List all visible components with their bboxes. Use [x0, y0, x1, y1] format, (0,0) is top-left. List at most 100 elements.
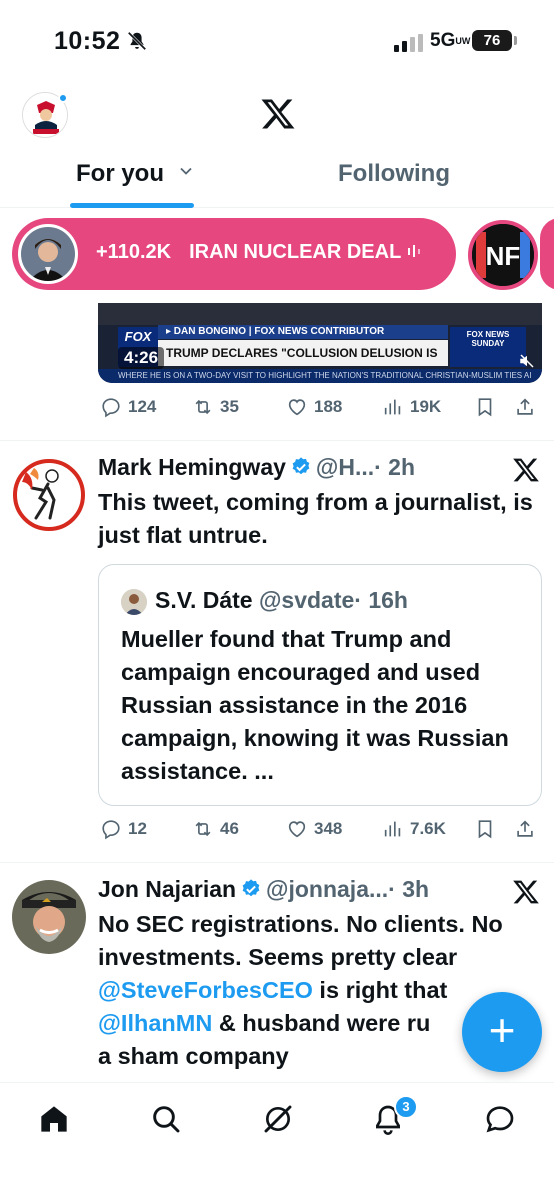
quoted-tweet-text: Mueller found that Trump and campaign en…: [121, 626, 509, 784]
repost-icon: [195, 821, 211, 837]
feed-tabs: For you Following: [0, 150, 554, 208]
reply-button[interactable]: 12: [100, 818, 147, 840]
reply-count: 124: [128, 397, 157, 416]
x-grok-icon[interactable]: [512, 878, 540, 906]
active-tab-indicator: [70, 203, 194, 208]
author-handle[interactable]: @jonnaja...: [266, 876, 388, 902]
status-bar: 10:52 5GUW 76: [0, 0, 554, 80]
like-button[interactable]: 348: [286, 818, 342, 840]
video-frame: [98, 303, 542, 325]
battery-indicator: 76: [472, 30, 517, 51]
quoted-tweet[interactable]: S.V. Dáte @svdate· 16h Mueller found tha…: [98, 564, 542, 806]
like-button[interactable]: 188: [286, 396, 342, 418]
repost-icon: [195, 399, 211, 415]
tweet-text-part: is right that: [312, 977, 448, 1003]
compose-post-button[interactable]: +: [462, 992, 542, 1072]
post-divider: [0, 440, 554, 441]
author-avatar[interactable]: [12, 880, 86, 954]
quoted-author-name: S.V. Dáte: [155, 587, 253, 613]
bell-off-icon: [127, 31, 147, 51]
post-divider: [0, 862, 554, 863]
notifications-badge: 3: [394, 1095, 418, 1119]
quoted-tweet-header: S.V. Dáte @svdate· 16h: [155, 587, 408, 614]
post-actions: 12 46 348 7.6K: [100, 818, 540, 848]
messages-icon[interactable]: [484, 1103, 516, 1135]
audio-bars-icon: [407, 242, 421, 257]
repost-button[interactable]: 46: [192, 818, 239, 840]
quoted-author-handle: @svdate: [258, 587, 355, 613]
video-chyron-headline: TRUMP DECLARES "COLLUSION DELUSION IS OV…: [158, 340, 448, 383]
live-banner-text: +110.2K IRAN NUCLEAR DEAL: [96, 241, 421, 264]
live-banner-next-edge: [540, 218, 554, 290]
author-name[interactable]: Jon Najarian: [98, 876, 236, 902]
chevron-down-icon[interactable]: [179, 164, 193, 178]
new-activity-dot: [58, 93, 68, 103]
mention-link[interactable]: @SteveForbesCEO: [98, 977, 313, 1003]
network-type: 5GUW: [430, 30, 471, 51]
search-icon[interactable]: [150, 1103, 182, 1135]
live-host-avatar-nf[interactable]: NF: [468, 220, 538, 290]
heart-icon: [288, 821, 306, 838]
heart-icon: [288, 399, 306, 416]
home-icon[interactable]: [38, 1103, 70, 1135]
live-topic: IRAN NUCLEAR DEAL: [189, 241, 401, 263]
verified-badge-icon: [292, 457, 310, 475]
tab-for-you[interactable]: For you: [76, 160, 193, 188]
views-button[interactable]: 7.6K: [382, 818, 446, 840]
tweet-header: Mark Hemingway @H...· 2h: [98, 454, 415, 481]
tab-following[interactable]: Following: [338, 160, 450, 188]
views-icon: [384, 821, 401, 837]
video-duration: 4:26: [118, 347, 165, 369]
like-count: 348: [314, 819, 343, 838]
reply-icon: [102, 398, 120, 418]
nf-logo-text: NF: [486, 241, 521, 271]
like-count: 188: [314, 397, 343, 416]
tweet-time[interactable]: · 2h: [374, 454, 415, 480]
quoted-author-avatar: [121, 589, 147, 615]
mute-icon[interactable]: [518, 352, 536, 370]
repost-count: 46: [220, 819, 239, 838]
tweet-header: Jon Najarian @jonnaja...· 3h: [98, 876, 429, 903]
video-chyron-name: ▸ DAN BONGINO | FOX NEWS CONTRIBUTOR: [158, 325, 448, 339]
video-player[interactable]: FOX ▸ DAN BONGINO | FOX NEWS CONTRIBUTOR…: [98, 303, 542, 383]
post-actions: 124 35 188 19K: [100, 396, 540, 426]
repost-count: 35: [220, 397, 239, 416]
author-name[interactable]: Mark Hemingway: [98, 454, 286, 480]
live-listener-count: +110.2K: [96, 241, 172, 263]
cellular-signal-icon: [394, 34, 423, 52]
x-grok-icon[interactable]: [512, 456, 540, 484]
share-button[interactable]: [514, 396, 536, 418]
author-handle[interactable]: @H...: [316, 454, 374, 480]
repost-button[interactable]: 35: [192, 396, 239, 418]
live-spaces-banner[interactable]: +110.2K IRAN NUCLEAR DEAL: [12, 218, 456, 290]
bookmark-icon: [478, 820, 492, 839]
reply-button[interactable]: 124: [100, 396, 156, 418]
status-time: 10:52: [54, 27, 121, 55]
video-chyron-ticker: WHERE HE IS ON A TWO-DAY VISIT TO HIGHLI…: [98, 369, 542, 383]
tweet-text: This tweet, coming from a journalist, is…: [98, 489, 533, 548]
x-logo-icon[interactable]: [259, 96, 297, 132]
reply-count: 12: [128, 819, 147, 838]
author-avatar[interactable]: [12, 458, 86, 532]
reply-icon: [102, 820, 120, 840]
tweet-text-part: & husband were ru: [212, 1010, 431, 1036]
views-button[interactable]: 19K: [382, 396, 441, 418]
verified-badge-icon: [242, 879, 260, 897]
bookmark-button[interactable]: [474, 818, 496, 840]
views-count: 7.6K: [410, 819, 446, 838]
share-button[interactable]: [514, 818, 536, 840]
tab-for-you-label: For you: [76, 160, 164, 187]
share-icon: [517, 820, 533, 837]
tweet-time[interactable]: · 3h: [388, 876, 429, 902]
live-host-avatar: [18, 224, 78, 284]
quoted-tweet-time: · 16h: [354, 587, 408, 613]
show-logo: FOX NEWS SUNDAY: [450, 327, 526, 367]
bookmark-button[interactable]: [474, 396, 496, 418]
views-count: 19K: [410, 397, 442, 416]
views-icon: [384, 399, 401, 415]
tweet-text-part: a sham company: [98, 1043, 289, 1069]
grok-icon[interactable]: [262, 1103, 294, 1135]
tab-following-label: Following: [338, 160, 450, 187]
mention-link[interactable]: @IlhanMN: [98, 1010, 212, 1036]
bottom-navigation: 3: [0, 1082, 554, 1200]
